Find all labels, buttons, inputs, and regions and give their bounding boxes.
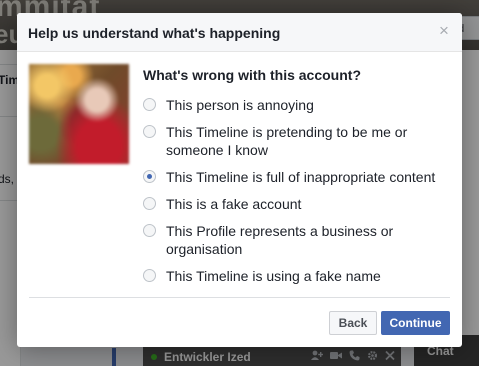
radio-button[interactable] xyxy=(143,269,156,282)
report-options: This person is annoying This Timeline is… xyxy=(143,96,453,294)
radio-button[interactable] xyxy=(143,98,156,111)
footer-divider xyxy=(29,297,450,298)
close-button[interactable]: × xyxy=(437,22,451,39)
option-label: This is a fake account xyxy=(166,196,302,212)
report-option[interactable]: This Timeline is using a fake name xyxy=(143,267,453,285)
back-button[interactable]: Back xyxy=(329,311,377,335)
radio-button[interactable] xyxy=(143,224,156,237)
dialog-title: Help us understand what's happening xyxy=(28,25,281,41)
report-option[interactable]: This Profile represents a business or or… xyxy=(143,222,453,258)
radio-button-selected[interactable] xyxy=(143,170,156,183)
option-label: This Profile represents a business or or… xyxy=(166,223,394,257)
option-label: This Timeline is full of inappropriate c… xyxy=(166,169,436,185)
dialog-header: Help us understand what's happening × xyxy=(17,13,462,52)
radio-button[interactable] xyxy=(143,197,156,210)
radio-button[interactable] xyxy=(143,125,156,138)
report-option[interactable]: This person is annoying xyxy=(143,96,453,114)
continue-button[interactable]: Continue xyxy=(381,311,450,335)
option-label: This Timeline is pretending to be me or … xyxy=(166,124,408,158)
profile-picture xyxy=(29,64,129,164)
report-question: What's wrong with this account? xyxy=(143,67,361,83)
report-option[interactable]: This Timeline is pretending to be me or … xyxy=(143,123,453,159)
report-option[interactable]: This Timeline is full of inappropriate c… xyxy=(143,168,453,186)
option-label: This Timeline is using a fake name xyxy=(166,268,381,284)
option-label: This person is annoying xyxy=(166,97,314,113)
report-dialog: Help us understand what's happening × Wh… xyxy=(17,13,462,347)
report-option[interactable]: This is a fake account xyxy=(143,195,453,213)
